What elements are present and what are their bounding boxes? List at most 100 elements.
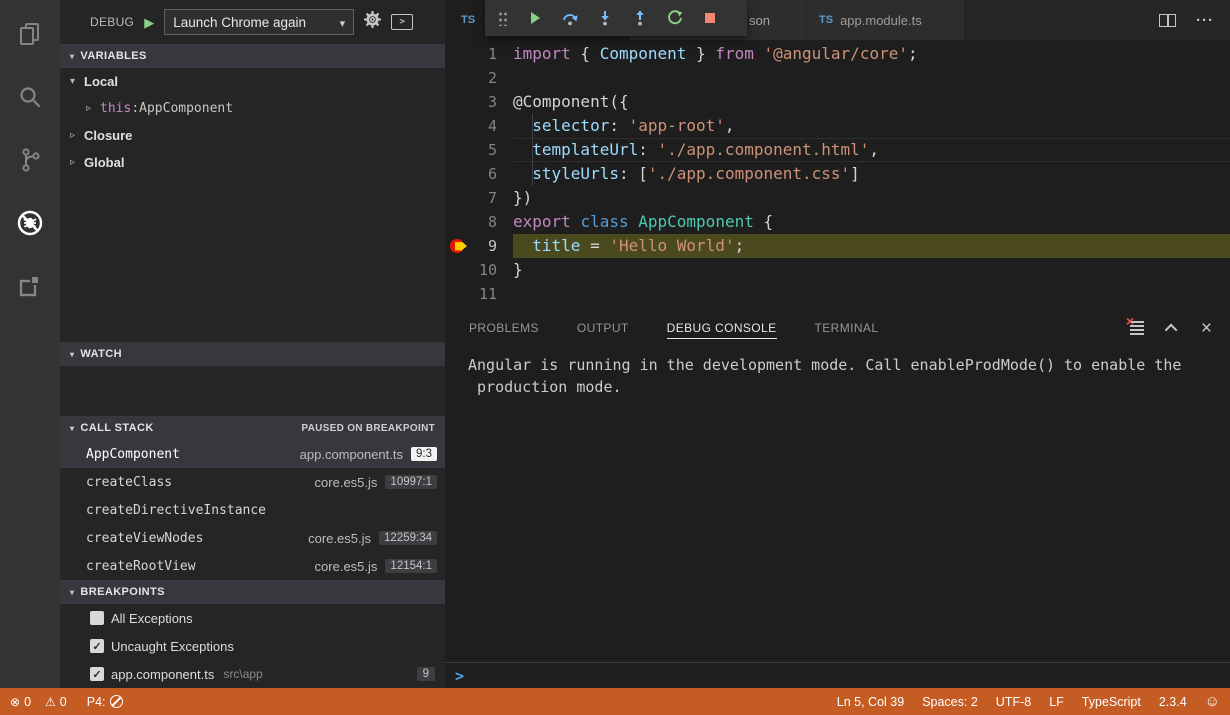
code-line[interactable]: 11 — [445, 282, 1230, 306]
close-panel-icon[interactable] — [1201, 319, 1212, 338]
step-into-button[interactable] — [597, 10, 613, 26]
frame-file: core.es5.js — [315, 475, 378, 490]
code-line[interactable]: 2 — [445, 66, 1230, 90]
call-stack-frame[interactable]: createClasscore.es5.js10997:1 — [60, 468, 445, 496]
code-line[interactable]: 6 styleUrls: ['./app.component.css'] — [445, 162, 1230, 186]
code-line[interactable]: 4 selector: 'app-root', — [445, 114, 1230, 138]
search-icon[interactable] — [8, 72, 52, 122]
variable-row[interactable]: ▾Local — [60, 68, 445, 95]
code-line[interactable]: 9 title = 'Hello World'; — [445, 234, 1230, 258]
status-item[interactable]: Spaces: 2 — [922, 695, 978, 709]
scm-indicator[interactable]: P4: — [87, 695, 123, 709]
variables-section-header[interactable]: VARIABLES — [60, 44, 445, 68]
editor-gutter[interactable]: 1 — [445, 42, 513, 66]
editor-gutter[interactable]: 7 — [445, 186, 513, 210]
code-text[interactable]: @Component({ — [513, 90, 1230, 114]
debug-configuration-dropdown[interactable]: Launch Chrome again — [164, 9, 354, 35]
variable-row[interactable]: ▹Global — [60, 149, 445, 176]
code-text[interactable]: import { Component } from '@angular/core… — [513, 42, 1230, 66]
code-text[interactable] — [513, 66, 1230, 90]
breakpoints-title: BREAKPOINTS — [80, 586, 164, 598]
editor-gutter[interactable]: 11 — [445, 282, 513, 306]
panel-tab-terminal[interactable]: TERMINAL — [815, 318, 879, 338]
status-item[interactable]: UTF-8 — [996, 695, 1031, 709]
debug-icon[interactable] — [8, 198, 52, 248]
code-line[interactable]: 10} — [445, 258, 1230, 282]
breakpoint-checkbox[interactable] — [90, 611, 104, 625]
breakpoint-checkbox[interactable] — [90, 639, 104, 653]
continue-button[interactable] — [527, 10, 543, 26]
source-control-icon[interactable] — [8, 135, 52, 185]
code-text[interactable]: export class AppComponent { — [513, 210, 1230, 234]
maximize-panel-icon[interactable] — [1165, 323, 1178, 336]
editor-gutter[interactable]: 8 — [445, 210, 513, 234]
editor-gutter[interactable]: 5 — [445, 138, 513, 162]
debug-console-input[interactable]: > — [445, 662, 1230, 688]
restart-button[interactable] — [667, 10, 683, 26]
breakpoint-checkbox[interactable] — [90, 667, 104, 681]
panel-actions — [1130, 319, 1230, 338]
variable-row[interactable]: ▹Closure — [60, 122, 445, 149]
drag-handle[interactable] — [498, 10, 508, 26]
code-text[interactable]: } — [513, 258, 1230, 282]
start-debug-icon[interactable]: ▶ — [144, 16, 154, 29]
editor-actions — [1159, 0, 1230, 40]
stop-button[interactable] — [702, 10, 718, 26]
editor-gutter[interactable]: 10 — [445, 258, 513, 282]
watch-section-header[interactable]: WATCH — [60, 342, 445, 366]
debug-configuration-label: Launch Chrome again — [173, 15, 331, 30]
split-editor-icon[interactable] — [1159, 14, 1176, 27]
panel-tab-output[interactable]: OUTPUT — [577, 318, 629, 338]
status-item[interactable]: TypeScript — [1082, 695, 1141, 709]
token: { — [754, 212, 773, 231]
editor-gutter[interactable]: 2 — [445, 66, 513, 90]
code-line[interactable]: 7}) — [445, 186, 1230, 210]
gutter-space — [449, 165, 467, 183]
editor-gutter[interactable]: 4 — [445, 114, 513, 138]
breakpoint-row[interactable]: app.component.tssrc\app9 — [60, 660, 445, 688]
more-actions-icon[interactable] — [1196, 12, 1214, 29]
code-line[interactable]: 3@Component({ — [445, 90, 1230, 114]
code-line[interactable]: 1import { Component } from '@angular/cor… — [445, 42, 1230, 66]
warnings-indicator[interactable]: ⚠ 0 — [45, 695, 67, 709]
editor-gutter[interactable]: 9 — [445, 234, 513, 258]
call-stack-frame[interactable]: AppComponentapp.component.ts9:3 — [60, 440, 445, 468]
breakpoint-row[interactable]: Uncaught Exceptions — [60, 632, 445, 660]
gear-icon[interactable] — [364, 11, 381, 33]
breakpoints-section-header[interactable]: BREAKPOINTS — [60, 580, 445, 604]
code-text[interactable]: }) — [513, 186, 1230, 210]
panel-tab-debug-console[interactable]: DEBUG CONSOLE — [667, 318, 777, 339]
code-text[interactable]: selector: 'app-root', — [513, 114, 1230, 138]
open-console-icon[interactable] — [391, 14, 413, 30]
code-line[interactable]: 5 templateUrl: './app.component.html', — [445, 138, 1230, 162]
call-stack-section-header[interactable]: CALL STACK PAUSED ON BREAKPOINT — [60, 416, 445, 440]
editor-gutter[interactable]: 6 — [445, 162, 513, 186]
frame-location-badge: 10997:1 — [385, 475, 437, 489]
step-over-button[interactable] — [562, 10, 578, 26]
call-stack-frame[interactable]: createViewNodescore.es5.js12259:34 — [60, 524, 445, 552]
code-editor[interactable]: 1import { Component } from '@angular/cor… — [445, 40, 1230, 310]
feedback-smiley-icon[interactable]: ☺ — [1205, 693, 1220, 710]
status-item[interactable]: 2.3.4 — [1159, 695, 1187, 709]
extensions-icon[interactable] — [8, 261, 52, 311]
clear-console-icon[interactable] — [1130, 321, 1144, 335]
errors-indicator[interactable]: ⊗ 0 — [10, 695, 31, 709]
code-line[interactable]: 8export class AppComponent { — [445, 210, 1230, 234]
token: 'Hello World' — [609, 236, 734, 255]
editor-tab[interactable]: TSapp.module.ts — [807, 0, 965, 40]
panel-tab-problems[interactable]: PROBLEMS — [469, 318, 539, 338]
code-text[interactable] — [513, 282, 1230, 306]
editor-gutter[interactable]: 3 — [445, 90, 513, 114]
code-text[interactable]: title = 'Hello World'; — [513, 234, 1230, 258]
step-out-button[interactable] — [632, 10, 648, 26]
debug-console-output[interactable]: Angular is running in the development mo… — [445, 346, 1230, 662]
status-item[interactable]: LF — [1049, 695, 1064, 709]
code-text[interactable]: templateUrl: './app.component.html', — [513, 138, 1230, 162]
breakpoint-row[interactable]: All Exceptions — [60, 604, 445, 632]
call-stack-frame[interactable]: createDirectiveInstance — [60, 496, 445, 524]
code-text[interactable]: styleUrls: ['./app.component.css'] — [513, 162, 1230, 186]
status-item[interactable]: Ln 5, Col 39 — [837, 695, 904, 709]
explorer-icon[interactable] — [8, 9, 52, 59]
variable-row[interactable]: ▹this: AppComponent — [60, 95, 445, 122]
call-stack-frame[interactable]: createRootViewcore.es5.js12154:1 — [60, 552, 445, 580]
